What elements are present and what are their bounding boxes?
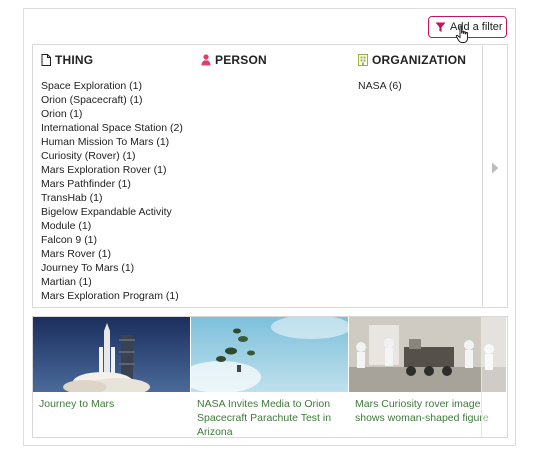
facet-organization-list: NASA (6) [358, 79, 483, 93]
article-carousel: Journey to Mars NASA Invites Media to Or… [32, 316, 508, 438]
facet-thing-title: THING [55, 53, 94, 67]
person-icon [201, 54, 211, 66]
article-card[interactable]: NASA Invites Media to Orion Spacecraft P… [191, 317, 348, 437]
facet-item[interactable]: International Space Station (2) [41, 121, 191, 135]
facet-item[interactable]: Mars Exploration Program (1) [41, 289, 191, 303]
facet-organization-title: ORGANIZATION [372, 53, 467, 67]
facet-person-title: PERSON [215, 53, 267, 67]
article-title[interactable]: NASA Invites Media to Orion Spacecraft P… [191, 392, 348, 437]
parachute-test-image[interactable] [191, 317, 348, 392]
facet-item[interactable]: Space Exploration (1) [41, 79, 191, 93]
facet-item[interactable]: Martian (1) [41, 275, 191, 289]
facet-item[interactable]: Falcon 9 (1) [41, 233, 191, 247]
carousel-overflow-fade [481, 317, 507, 437]
facet-item[interactable]: Module (1) [41, 219, 191, 233]
chevron-right-icon[interactable] [491, 162, 499, 174]
facet-organization-heading: ORGANIZATION [358, 53, 483, 67]
facet-scroll-rail [482, 44, 508, 308]
facet-item[interactable]: Mars Exploration Rover (1) [41, 163, 191, 177]
facet-item[interactable]: Bigelow Expandable Activity [41, 205, 191, 219]
facet-item[interactable]: Human Mission To Mars (1) [41, 135, 191, 149]
facet-thing-list: Space Exploration (1) Orion (Spacecraft)… [41, 79, 191, 303]
facet-item[interactable]: TransHab (1) [41, 191, 191, 205]
facet-item[interactable]: Orion (Spacecraft) (1) [41, 93, 191, 107]
facet-item[interactable]: Orion (1) [41, 107, 191, 121]
rocket-launch-image[interactable] [33, 317, 190, 392]
hand-cursor-icon [455, 25, 468, 43]
facet-organization: ORGANIZATION NASA (6) [358, 53, 483, 93]
facet-item[interactable]: Curiosity (Rover) (1) [41, 149, 191, 163]
facet-item[interactable]: Mars Rover (1) [41, 247, 191, 261]
funnel-icon [435, 22, 446, 32]
article-card[interactable]: Journey to Mars [33, 317, 190, 437]
facet-item[interactable]: Journey To Mars (1) [41, 261, 191, 275]
facet-person: PERSON [201, 53, 351, 67]
facet-person-heading: PERSON [201, 53, 351, 67]
facet-panel: THING Space Exploration (1) Orion (Space… [32, 44, 508, 308]
article-title[interactable]: Journey to Mars [33, 392, 190, 411]
document-icon [41, 54, 51, 66]
facet-item[interactable]: NASA (6) [358, 79, 483, 93]
facet-item[interactable]: Mars Pathfinder (1) [41, 177, 191, 191]
facet-thing-heading: THING [41, 53, 191, 67]
facet-thing: THING Space Exploration (1) Orion (Space… [41, 53, 191, 303]
building-icon [358, 54, 368, 66]
